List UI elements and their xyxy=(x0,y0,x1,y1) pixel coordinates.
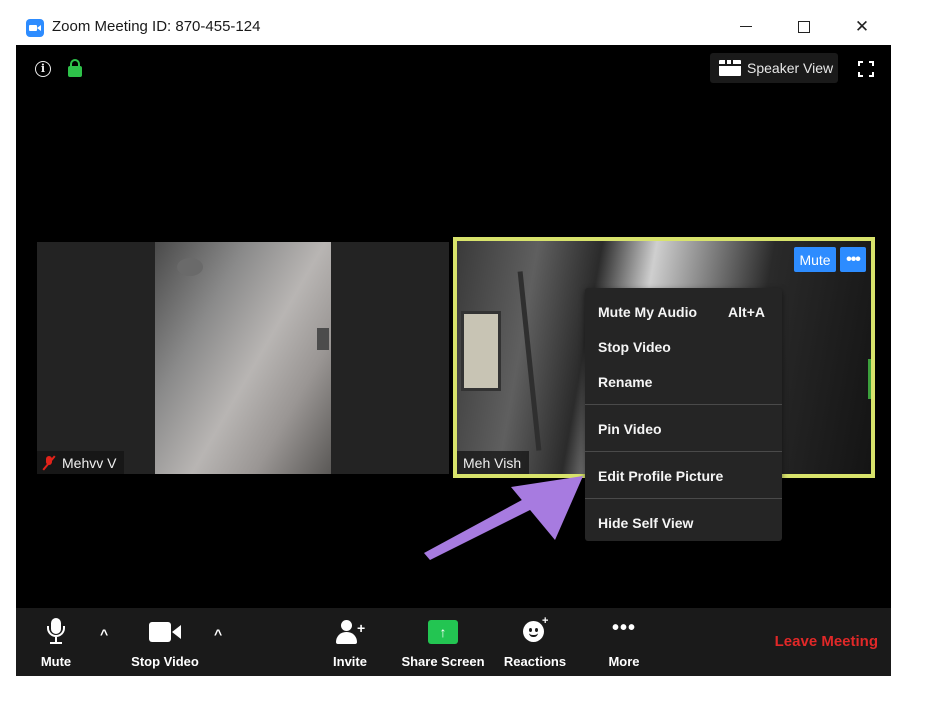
chevron-up-icon: ^ xyxy=(100,626,109,642)
mute-button[interactable]: Mute xyxy=(30,608,82,676)
close-button[interactable]: ✕ xyxy=(839,8,885,45)
menu-item-label: Mute My Audio xyxy=(598,303,698,320)
share-screen-label: Share Screen xyxy=(401,654,485,669)
video-feed-detail xyxy=(177,258,203,276)
audio-options-caret[interactable]: ^ xyxy=(100,626,108,642)
minimize-icon xyxy=(740,26,752,27)
lock-icon[interactable] xyxy=(68,59,82,77)
leave-meeting-button[interactable]: Leave Meeting xyxy=(756,608,878,676)
invite-label: Invite xyxy=(333,654,367,669)
chevron-up-icon: ^ xyxy=(214,626,223,642)
mic-muted-icon xyxy=(42,454,56,471)
more-label: More xyxy=(608,654,640,669)
zoom-app-icon xyxy=(26,19,44,37)
menu-item-label: Edit Profile Picture xyxy=(598,467,724,484)
mute-label: Mute xyxy=(40,654,72,669)
maximize-icon xyxy=(798,20,810,33)
menu-divider xyxy=(585,451,782,452)
menu-item-label: Hide Self View xyxy=(598,514,694,531)
close-icon: ✕ xyxy=(854,16,870,36)
participant-name-tag: Meh Vish xyxy=(457,451,530,474)
video-tile-participant[interactable]: Mehvv V xyxy=(37,242,449,474)
menu-item-shortcut: Alt+A xyxy=(728,303,765,320)
more-button[interactable]: ••• More xyxy=(596,608,652,676)
window-title: Zoom Meeting ID: 870-455-124 xyxy=(52,18,261,35)
add-person-icon: + xyxy=(335,620,365,644)
menu-item-rename[interactable]: Rename xyxy=(585,364,782,399)
minimize-button[interactable] xyxy=(723,8,769,45)
participant-name: Meh Vish xyxy=(463,454,522,471)
participant-context-menu: Mute My Audio Alt+A Stop Video Rename Pi… xyxy=(585,288,782,541)
menu-item-label: Rename xyxy=(598,373,653,390)
menu-item-label: Stop Video xyxy=(598,338,671,355)
speaker-view-button[interactable]: Speaker View xyxy=(710,53,838,83)
stop-video-button[interactable]: Stop Video xyxy=(120,608,210,676)
leave-meeting-label: Leave Meeting xyxy=(774,633,878,650)
video-feed xyxy=(155,242,331,474)
tile-more-options-button[interactable]: ••• xyxy=(840,247,866,272)
participant-name-tag: Mehvv V xyxy=(37,451,125,474)
fullscreen-icon[interactable] xyxy=(858,61,874,77)
menu-divider xyxy=(585,404,782,405)
video-feed-detail xyxy=(317,328,329,350)
microphone-icon xyxy=(45,618,67,646)
menu-item-label: Pin Video xyxy=(598,420,662,437)
invite-button[interactable]: + Invite xyxy=(324,608,376,676)
info-icon[interactable]: i xyxy=(35,61,51,77)
menu-item-hide-self-view[interactable]: Hide Self View xyxy=(585,505,782,540)
video-camera-icon xyxy=(149,622,181,642)
menu-item-stop-video[interactable]: Stop Video xyxy=(585,329,782,364)
reactions-label: Reactions xyxy=(503,654,567,669)
smiley-plus-icon: + xyxy=(523,615,548,642)
share-screen-icon: ↑ xyxy=(428,620,458,644)
title-bar: Zoom Meeting ID: 870-455-124 ✕ xyxy=(16,8,891,45)
menu-divider xyxy=(585,498,782,499)
video-options-caret[interactable]: ^ xyxy=(214,626,222,642)
menu-item-edit-profile-picture[interactable]: Edit Profile Picture xyxy=(585,458,782,493)
stop-video-label: Stop Video xyxy=(131,654,199,669)
video-feed-detail xyxy=(868,359,871,399)
tile-mute-button[interactable]: Mute xyxy=(794,247,836,272)
ellipsis-icon: ••• xyxy=(611,617,637,639)
speaker-view-label: Speaker View xyxy=(747,60,834,76)
maximize-button[interactable] xyxy=(781,8,827,45)
grid-icon xyxy=(719,60,741,76)
video-feed-detail xyxy=(461,311,501,391)
menu-item-pin-video[interactable]: Pin Video xyxy=(585,411,782,446)
meeting-toolbar: Mute ^ Stop Video ^ + Invite ↑ Share Scr… xyxy=(16,608,891,676)
zoom-meeting-window: Zoom Meeting ID: 870-455-124 ✕ i Speaker… xyxy=(16,8,891,676)
reactions-button[interactable]: + Reactions xyxy=(500,608,570,676)
share-screen-button[interactable]: ↑ Share Screen xyxy=(398,608,488,676)
menu-item-mute-my-audio[interactable]: Mute My Audio Alt+A xyxy=(585,294,782,329)
participant-name: Mehvv V xyxy=(62,454,117,471)
